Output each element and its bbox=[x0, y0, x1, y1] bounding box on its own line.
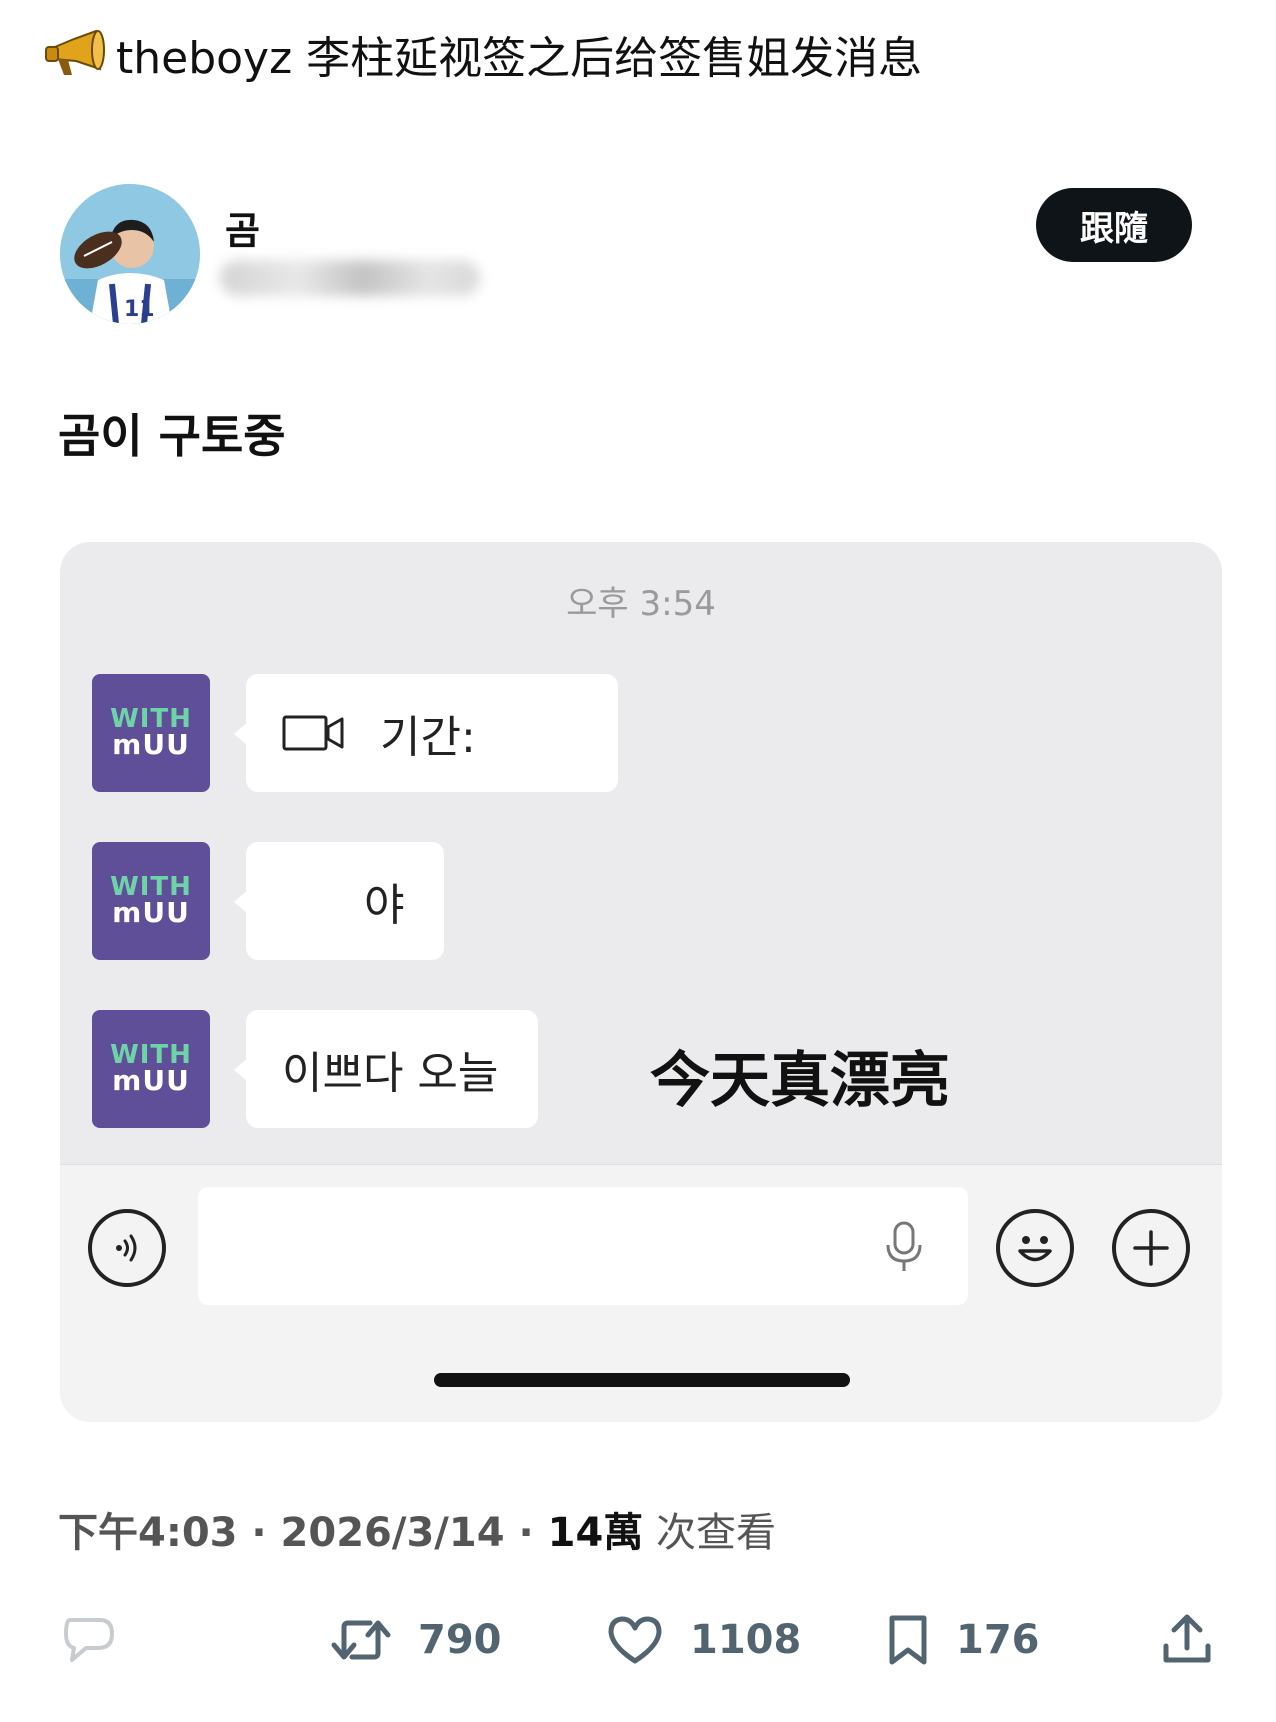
tweet-text: 곰이 구토중 bbox=[58, 409, 286, 463]
bot-avatar-line2: mUU bbox=[112, 1064, 190, 1098]
svg-text:11: 11 bbox=[124, 297, 155, 322]
like-button[interactable]: 1108 bbox=[606, 1600, 801, 1680]
reply-bubble-icon bbox=[64, 1618, 114, 1662]
message-text: 이쁘다 오늘 bbox=[282, 1048, 499, 1099]
message-bubble: 이쁘다 오늘 bbox=[234, 1010, 538, 1128]
chat-message: WITH mUU 기간: bbox=[92, 674, 618, 792]
share-button[interactable] bbox=[1160, 1600, 1240, 1680]
retweet-icon bbox=[331, 1620, 391, 1660]
bookmark-count: 176 bbox=[956, 1617, 1040, 1663]
chat-input-bar bbox=[60, 1164, 1222, 1422]
retweet-button[interactable]: 790 bbox=[330, 1600, 502, 1680]
share-upload-icon bbox=[1163, 1614, 1211, 1663]
retweet-count: 790 bbox=[418, 1617, 502, 1663]
display-name[interactable]: 곰 bbox=[225, 200, 260, 255]
post-title: theboyz 李柱延视签之后给签售姐发消息 bbox=[44, 24, 922, 84]
microphone-icon[interactable] bbox=[882, 1219, 926, 1275]
view-count-label: 次查看 bbox=[643, 1510, 777, 1556]
tweet-meta: 下午4:03 · 2026/3/14 · 14萬 次查看 bbox=[58, 1500, 776, 1558]
bot-avatar: WITH mUU bbox=[92, 842, 210, 960]
message-input[interactable] bbox=[198, 1187, 968, 1305]
chat-time: 오후 3:54 bbox=[566, 584, 716, 624]
add-attachment-button[interactable] bbox=[1112, 1209, 1190, 1287]
video-camera-icon bbox=[282, 713, 346, 753]
bookmark-icon bbox=[889, 1615, 927, 1665]
home-indicator bbox=[434, 1373, 850, 1387]
translation-caption: 今天真漂亮 bbox=[650, 1046, 950, 1116]
tweet-header: 11 곰 跟隨 bbox=[60, 180, 1200, 330]
plus-icon bbox=[1133, 1230, 1169, 1266]
tweet-actions: 790 1108 176 bbox=[0, 1600, 1276, 1680]
emoji-button[interactable] bbox=[996, 1209, 1074, 1287]
bot-avatar-line2: mUU bbox=[112, 728, 190, 762]
sound-wave-icon bbox=[116, 1234, 137, 1262]
bot-avatar-line2: mUU bbox=[112, 896, 190, 930]
avatar[interactable]: 11 bbox=[60, 184, 200, 324]
message-bubble: 기간: bbox=[234, 674, 618, 792]
message-text: 기간: bbox=[380, 712, 476, 763]
megaphone-icon bbox=[44, 29, 108, 79]
chat-message: WITH mUU 이쁘다 오늘 bbox=[92, 1010, 538, 1128]
smiley-icon bbox=[1018, 1236, 1052, 1262]
view-count: 14萬 bbox=[547, 1510, 644, 1556]
bot-avatar: WITH mUU bbox=[92, 674, 210, 792]
post-title-text: theboyz 李柱延视签之后给签售姐发消息 bbox=[116, 33, 923, 84]
message-text: 야 bbox=[364, 880, 405, 931]
voice-button[interactable] bbox=[88, 1209, 166, 1287]
follow-button[interactable]: 跟隨 bbox=[1036, 188, 1192, 262]
reply-button[interactable] bbox=[60, 1600, 144, 1680]
chat-message: WITH mUU 야 bbox=[92, 842, 444, 960]
message-bubble: 야 bbox=[234, 842, 444, 960]
bookmark-button[interactable]: 176 bbox=[886, 1600, 1040, 1680]
heart-icon bbox=[608, 1616, 662, 1664]
bot-avatar: WITH mUU bbox=[92, 1010, 210, 1128]
chat-screenshot: 오후 3:54 WITH mUU 기간: WITH mUU 야 WITH mUU… bbox=[60, 542, 1222, 1422]
handle-blurred bbox=[220, 260, 480, 296]
like-count: 1108 bbox=[690, 1617, 802, 1663]
tweet-timestamp[interactable]: 下午4:03 · 2026/3/14 · bbox=[58, 1510, 548, 1556]
